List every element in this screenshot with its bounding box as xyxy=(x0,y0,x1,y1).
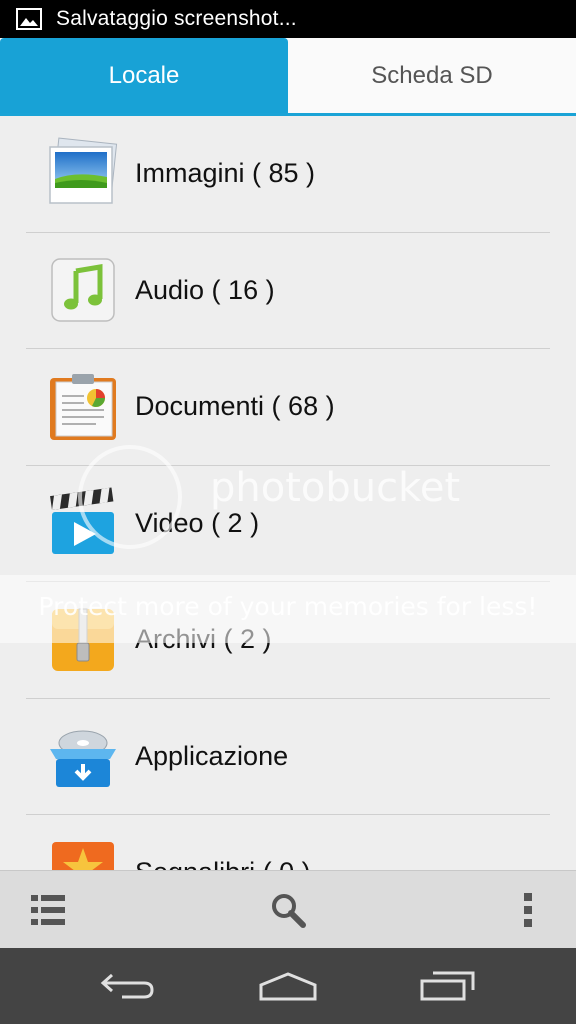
storage-tabs: Locale Scheda SD xyxy=(0,38,576,116)
recent-apps-button[interactable] xyxy=(393,948,503,1024)
notification-text: Salvataggio screenshot... xyxy=(56,7,297,30)
category-label: Applicazione xyxy=(135,740,289,771)
category-label: Archivi ( 2 ) xyxy=(135,624,272,655)
category-label: Immagini ( 85 ) xyxy=(135,158,316,189)
back-icon xyxy=(100,973,154,999)
category-list: Immagini ( 85 ) Audio ( 16 ) Documenti (… xyxy=(0,116,576,870)
list-view-button[interactable] xyxy=(8,871,88,949)
search-button[interactable] xyxy=(248,871,328,949)
category-item-audio[interactable]: Audio ( 16 ) xyxy=(26,233,550,349)
back-button[interactable] xyxy=(73,948,183,1024)
category-item-video[interactable]: Video ( 2 ) xyxy=(26,466,550,582)
images-icon xyxy=(49,137,118,204)
category-label: Segnalibri ( 0 ) xyxy=(135,857,311,870)
category-item-bookmarks[interactable]: Segnalibri ( 0 ) xyxy=(26,815,550,870)
list-view-icon xyxy=(31,895,65,925)
archive-icon xyxy=(52,608,114,671)
home-button[interactable] xyxy=(233,948,343,1024)
tab-locale[interactable]: Locale xyxy=(0,38,288,113)
tab-sd-card[interactable]: Scheda SD xyxy=(288,38,576,113)
category-label: Video ( 2 ) xyxy=(135,507,260,538)
bookmarks-icon xyxy=(52,841,114,870)
screenshot-notification-icon xyxy=(16,8,42,30)
home-icon xyxy=(259,972,317,1001)
category-label: Documenti ( 68 ) xyxy=(135,391,335,422)
recent-apps-icon xyxy=(420,971,475,1001)
status-bar: Salvataggio screenshot... xyxy=(0,0,576,38)
search-icon xyxy=(272,894,306,928)
overflow-menu-button[interactable] xyxy=(488,871,568,949)
category-item-documents[interactable]: Documenti ( 68 ) xyxy=(26,349,550,466)
category-item-applications[interactable]: Applicazione xyxy=(26,699,550,815)
category-item-archives[interactable]: Archivi ( 2 ) xyxy=(26,582,550,699)
overflow-menu-icon xyxy=(524,893,532,927)
category-label: Audio ( 16 ) xyxy=(135,274,275,305)
application-icon xyxy=(50,730,116,788)
category-item-images[interactable]: Immagini ( 85 ) xyxy=(26,116,550,233)
documents-icon xyxy=(50,373,116,440)
video-icon xyxy=(50,487,114,555)
bottom-action-bar xyxy=(0,870,576,948)
system-navigation-bar xyxy=(0,948,576,1024)
audio-icon xyxy=(51,258,115,322)
